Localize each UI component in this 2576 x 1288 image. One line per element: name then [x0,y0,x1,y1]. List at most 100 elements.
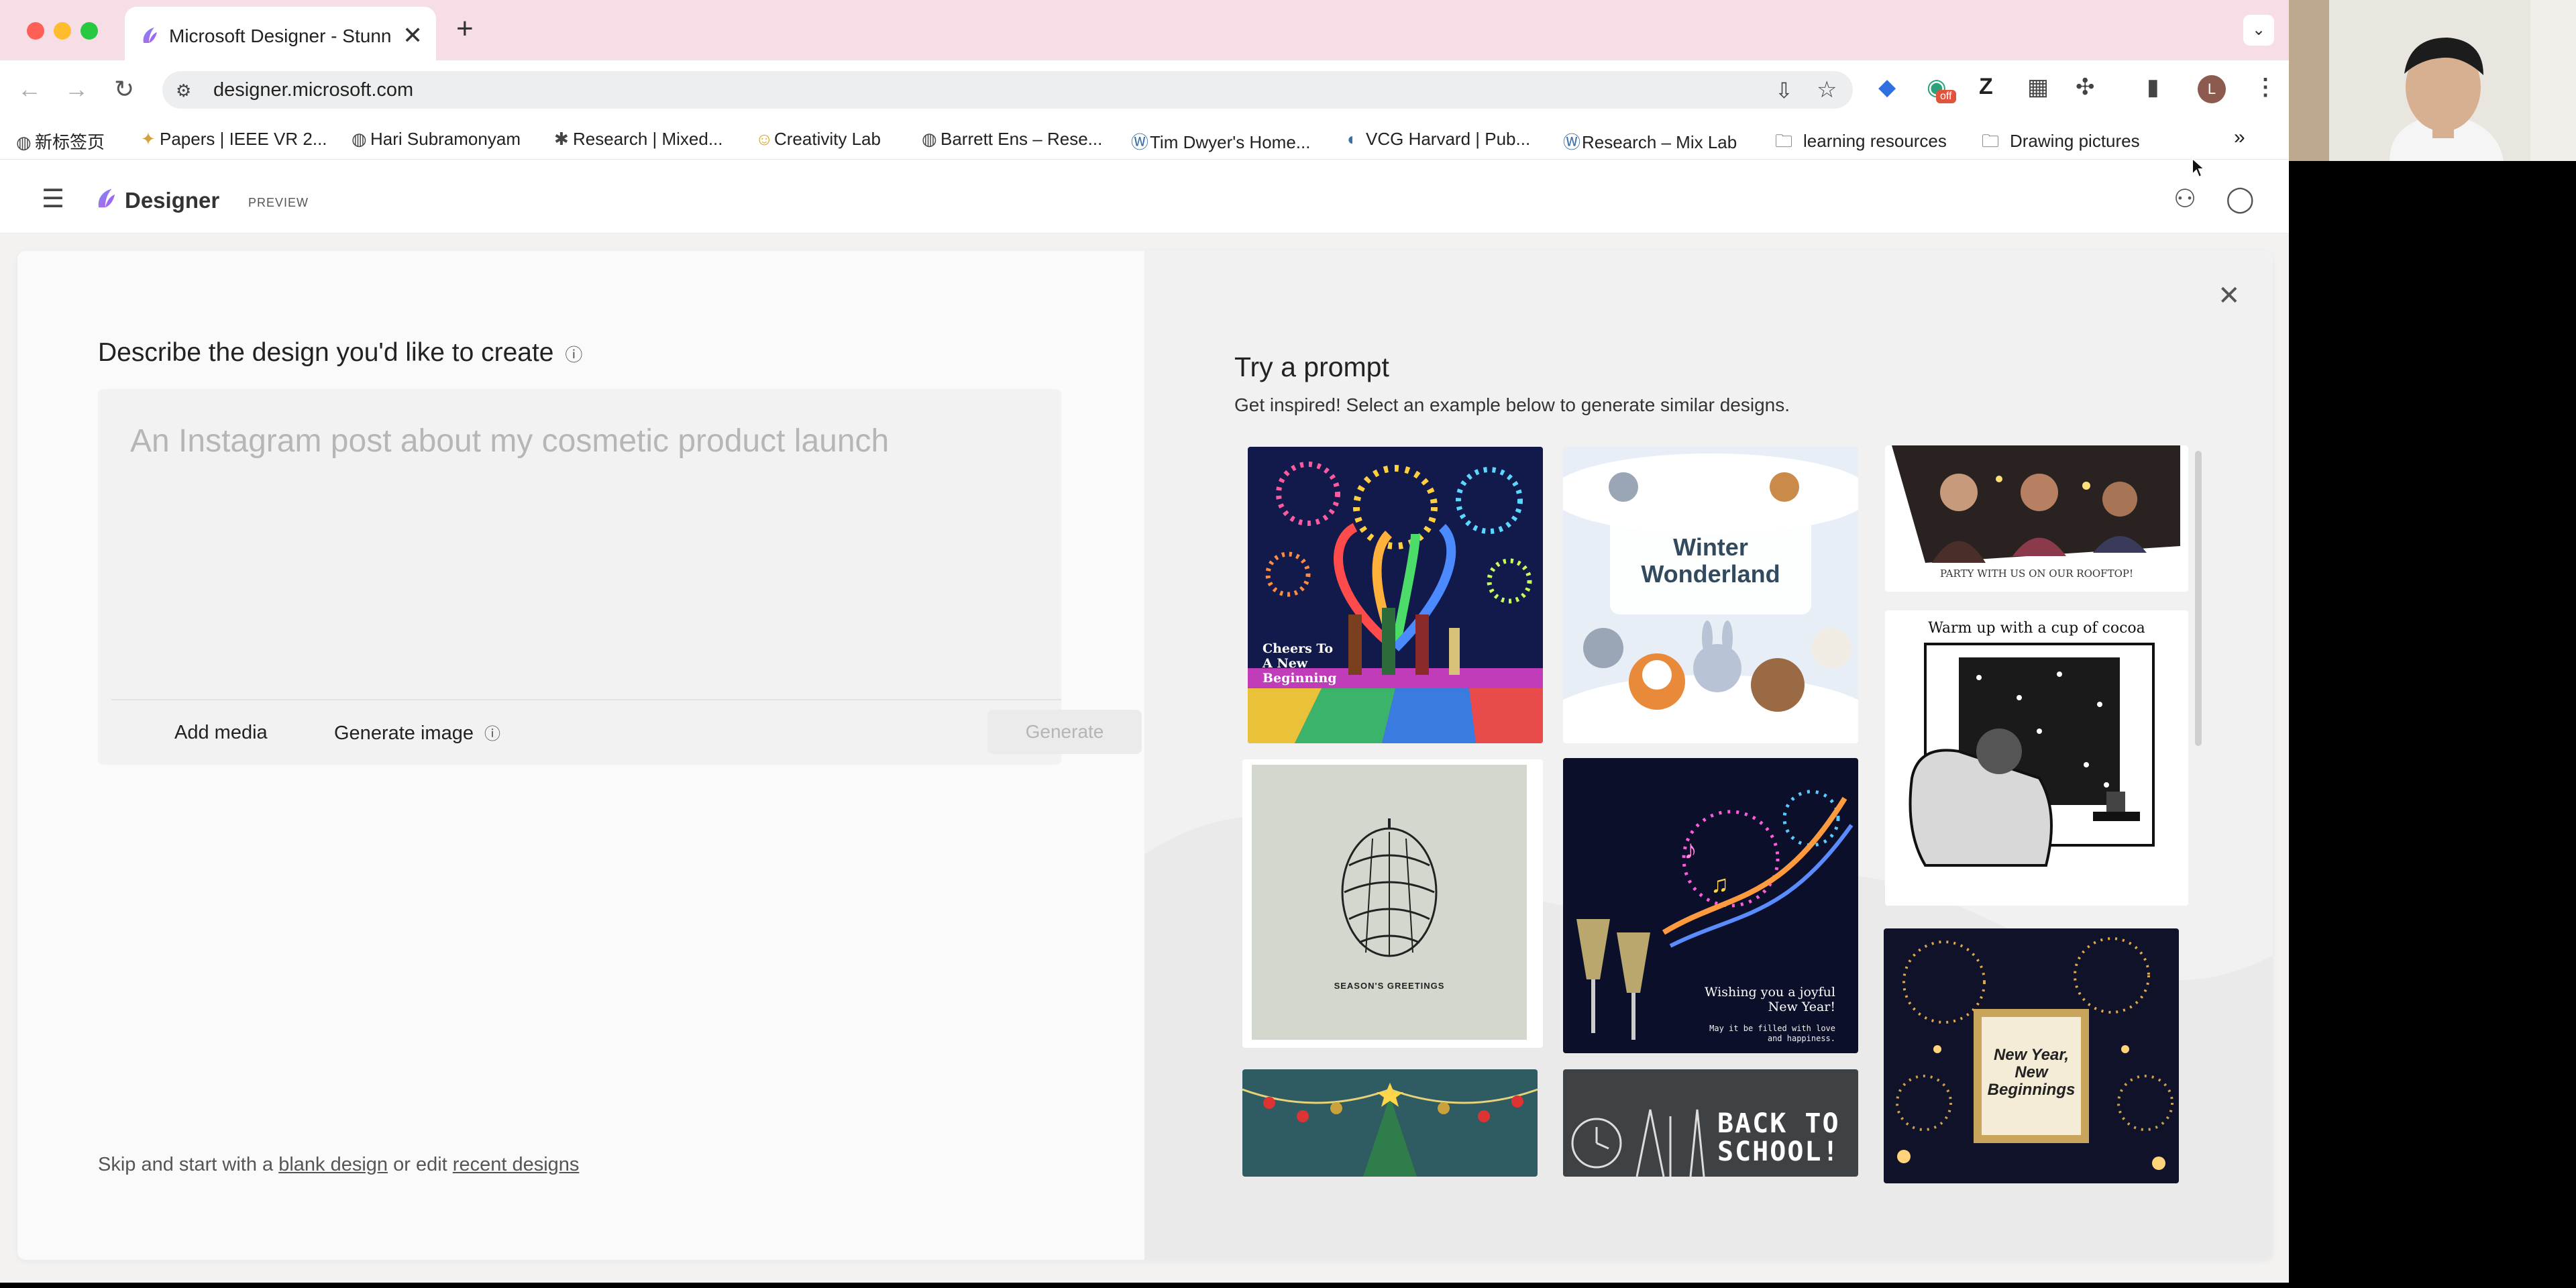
ieee-icon: ✦ [141,129,156,149]
extension-off-badge: off [1936,90,1956,103]
app-name: Designer [125,188,220,213]
svg-text:♫: ♫ [1711,870,1729,898]
generate-button[interactable]: Generate [987,710,1142,754]
extensions-puzzle-icon[interactable]: ✣ [2076,74,2095,101]
add-media-button[interactable]: Add media [174,722,268,744]
prompt-card-new-beginnings[interactable]: New Year, New Beginnings [1884,928,2179,1183]
webcam-person-image [2289,0,2576,161]
site-info-icon[interactable]: ⚙ [176,80,191,101]
fireworks-illustration [1248,462,1543,743]
info-icon[interactable]: ⓘ [565,345,582,365]
bookmark-item[interactable]: ⓌResearch – Mix Lab [1563,129,1737,154]
app-header: ☰ Designer PREVIEW ⚇ ◯ [0,160,2289,233]
hamburger-menu-icon[interactable]: ☰ [42,184,64,214]
bookmark-item[interactable]: ◍ Barrett Ens – Rese... [922,129,1102,150]
bookmark-folder[interactable]: 🗀 learning resources [1775,129,1947,158]
extension-diamond-icon[interactable]: ◆ [1878,74,1896,101]
globe-icon: ◍ [352,129,367,149]
prompt-heading: Describe the design you'd like to create… [98,338,583,367]
prompt-gallery-pane: ✕ Try a prompt Get inspired! Select an e… [1144,251,2273,1260]
reload-icon[interactable]: ↻ [114,75,134,103]
url-text: designer.microsoft.com [213,79,414,101]
maximize-window-button[interactable] [80,22,98,40]
more-bookmarks-icon[interactable]: » [2234,126,2245,149]
extension-store-icon[interactable]: ▦ [2027,74,2049,101]
new-tab-button[interactable]: + [456,12,474,46]
pinecone-illustration [1341,818,1438,957]
card-caption: New Year, New Beginnings [1987,1046,2076,1099]
card-caption: BACK TO SCHOOL! [1717,1108,1840,1167]
bookmark-item[interactable]: ✦ Papers | IEEE VR 2... [141,129,327,150]
folder-icon: 🗀 [1982,131,2000,151]
tab-designer[interactable]: Microsoft Designer - Stunning ✕ [125,7,436,60]
info-icon[interactable]: ⓘ [484,725,500,743]
card-caption: Cheers To A New Beginning [1263,641,1337,686]
tab-title: Microsoft Designer - Stunning [169,25,390,46]
prompt-card-pinecone[interactable]: SEASON'S GREETINGS [1242,759,1543,1048]
reading-chair-illustration [1909,643,2155,867]
bookmark-star-icon[interactable]: ☆ [1817,76,1837,103]
extension-zotero-icon[interactable]: Z [1979,74,1993,100]
card-caption: SEASON'S GREETINGS [1334,981,1445,991]
prompt-card-rooftop-party[interactable]: PARTY WITH US ON OUR ROOFTOP! [1885,445,2188,592]
feedback-icon[interactable]: ⚇ [2174,184,2196,214]
card-caption: PARTY WITH US ON OUR ROOFTOP! [1939,568,2134,580]
webcam-overlay [2289,0,2576,161]
bookmark-item[interactable]: ◍ Hari Subramonyam [352,129,521,150]
recent-designs-link[interactable]: recent designs [453,1154,580,1175]
account-icon[interactable]: ◯ [2226,184,2255,214]
generate-image-toggle[interactable]: Generate image ⓘ [334,720,500,745]
prompt-box: Add media Generate image ⓘ Generate [98,389,1142,765]
browser-menu-icon[interactable]: ⋮ [2254,74,2277,101]
bookmarks-bar: ◍ 新标签页 ✦ Papers | IEEE VR 2... ◍ Hari Subra… [0,118,2289,160]
prompt-card-fireworks[interactable]: Cheers To A New Beginning [1248,447,1543,743]
close-window-button[interactable] [27,22,44,40]
gallery-scrollbar[interactable] [2195,451,2202,746]
blank-design-link[interactable]: blank design [278,1154,388,1175]
forward-icon[interactable]: → [64,75,89,103]
bookmark-item[interactable]: ☺Creativity Lab [755,129,881,150]
minimize-window-button[interactable] [54,22,71,40]
bookmark-item[interactable]: ◐ VCG Harvard | Pub... [1347,129,1530,150]
prompt-card-cocoa[interactable]: Warm up with a cup of cocoa [1885,610,2188,906]
tab-strip: Microsoft Designer - Stunning ✕ + ⌄ [0,0,2289,60]
wordpress-icon: Ⓦ [1563,132,1581,152]
bookmark-folder[interactable]: 🗀 Drawing pictures [1982,129,2140,158]
bookmark-item[interactable]: ⓌTim Dwyer's Home... [1131,129,1310,154]
browser-window: Microsoft Designer - Stunning ✕ + ⌄ ← → … [0,0,2289,1283]
prompt-card-christmas[interactable] [1242,1069,1538,1177]
spider-icon: ✱ [554,129,569,149]
prompt-input[interactable] [98,389,1061,684]
close-icon[interactable]: ✕ [2218,280,2241,311]
emoji-icon: ☺ [755,129,773,149]
tab-close-icon[interactable]: ✕ [402,21,423,50]
create-dialog: Describe the design you'd like to create… [17,251,2273,1260]
designer-logo-icon [143,28,157,43]
prompt-card-new-year-music[interactable]: ♪ ♫ Wishing you a joyful New Year! May i… [1563,758,1858,1053]
preview-badge: PREVIEW [248,196,309,209]
prompt-pane: Describe the design you'd like to create… [17,251,1144,1260]
bookmark-item[interactable]: ✱ Research | Mixed... [554,129,723,150]
christmas-tree-illustration [1242,1083,1538,1177]
card-caption: Wishing you a joyful New Year! [1704,985,1835,1014]
globe-icon: ◍ [16,132,32,152]
side-panel-icon[interactable]: ▮ [2147,74,2159,101]
folder-icon: 🗀 [1775,131,1793,151]
prompt-divider [111,699,1061,700]
designer-logo-icon [98,189,115,208]
address-bar[interactable]: ⚙ designer.microsoft.com ⇩ ☆ [162,71,1853,109]
tab-search-button[interactable]: ⌄ [2243,15,2274,46]
winter-animals-illustration [1563,453,1858,743]
vcg-icon: ◐ [1347,129,1358,149]
profile-avatar[interactable]: L [2198,75,2226,103]
back-icon[interactable]: ← [17,75,42,103]
prompt-card-back-to-school[interactable]: BACK TO SCHOOL! [1563,1069,1858,1177]
card-subcaption: May it be filled with love and happiness… [1709,1024,1835,1043]
prompt-card-winter-wonderland[interactable]: Winter Wonderland [1563,447,1858,743]
mouse-cursor-icon [2192,157,2206,178]
card-background: SEASON'S GREETINGS [1252,765,1527,1040]
globe-icon: ◍ [922,129,937,149]
install-app-icon[interactable]: ⇩ [1775,78,1793,103]
card-caption: Warm up with a cup of cocoa [1928,620,2145,637]
bookmark-item[interactable]: ◍ 新标签页 [16,129,105,154]
